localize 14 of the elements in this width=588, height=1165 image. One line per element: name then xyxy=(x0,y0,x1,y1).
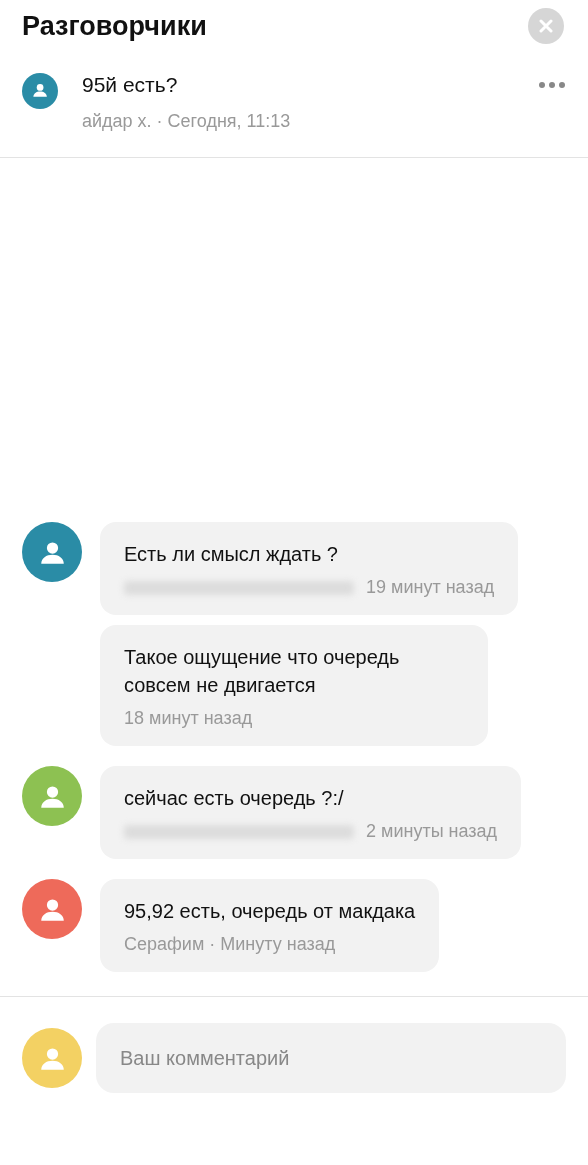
message-text: Такое ощущение что очередь совсем не двигается xyxy=(124,645,401,698)
message-meta: 2 минуты назад xyxy=(366,820,498,843)
message-text: Есть ли смысл ждать ? xyxy=(124,542,339,567)
message-meta: 19 минут назад xyxy=(366,576,495,599)
message-text: 95,92 есть, очередь от макдака xyxy=(124,899,416,924)
message-meta: 18 минут назад xyxy=(124,707,253,730)
post-title: 95й есть? xyxy=(82,71,179,98)
comment-field[interactable]: Ваш комментарий xyxy=(96,1023,566,1093)
window-title: Разговорчики xyxy=(22,10,207,43)
message-meta: Серафим · Минуту назад xyxy=(124,933,336,956)
more-icon[interactable] xyxy=(538,80,566,89)
close-icon xyxy=(539,19,553,34)
message-text: сейчас есть очередь ?:/ xyxy=(124,786,345,811)
post-meta: айдар х. · Сегодня, 11:13 xyxy=(82,110,292,133)
